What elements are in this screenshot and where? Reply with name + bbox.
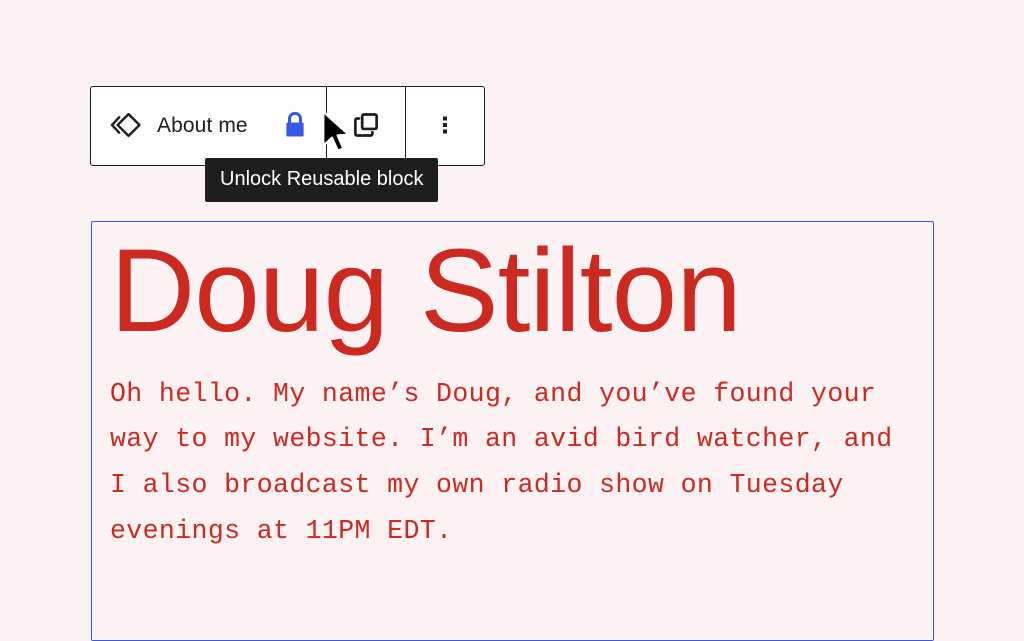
selected-block[interactable]: Doug Stilton Oh hello. My name’s Doug, a… <box>91 221 934 641</box>
block-toolbar: About me <box>90 86 485 166</box>
kebab-menu-icon <box>430 110 460 143</box>
tooltip: Unlock Reusable block <box>205 158 439 202</box>
block-type-label: About me <box>157 114 248 137</box>
intro-paragraph[interactable]: Oh hello. My name’s Doug, and you’ve fou… <box>110 372 915 554</box>
toolbar-group-block-info: About me <box>91 87 326 165</box>
duplicate-block-button[interactable] <box>327 87 405 165</box>
page-title[interactable]: Doug Stilton <box>110 229 915 354</box>
block-options-button[interactable] <box>406 87 484 165</box>
reusable-block-icon <box>109 108 143 145</box>
toolbar-group-duplicate <box>325 87 405 165</box>
copy-icon <box>349 108 383 145</box>
toolbar-group-options <box>404 87 484 165</box>
unlock-block-button[interactable] <box>264 87 326 165</box>
block-type-switcher-button[interactable]: About me <box>91 87 264 165</box>
block-content: Doug Stilton Oh hello. My name’s Doug, a… <box>92 222 933 554</box>
lock-icon <box>282 110 308 143</box>
